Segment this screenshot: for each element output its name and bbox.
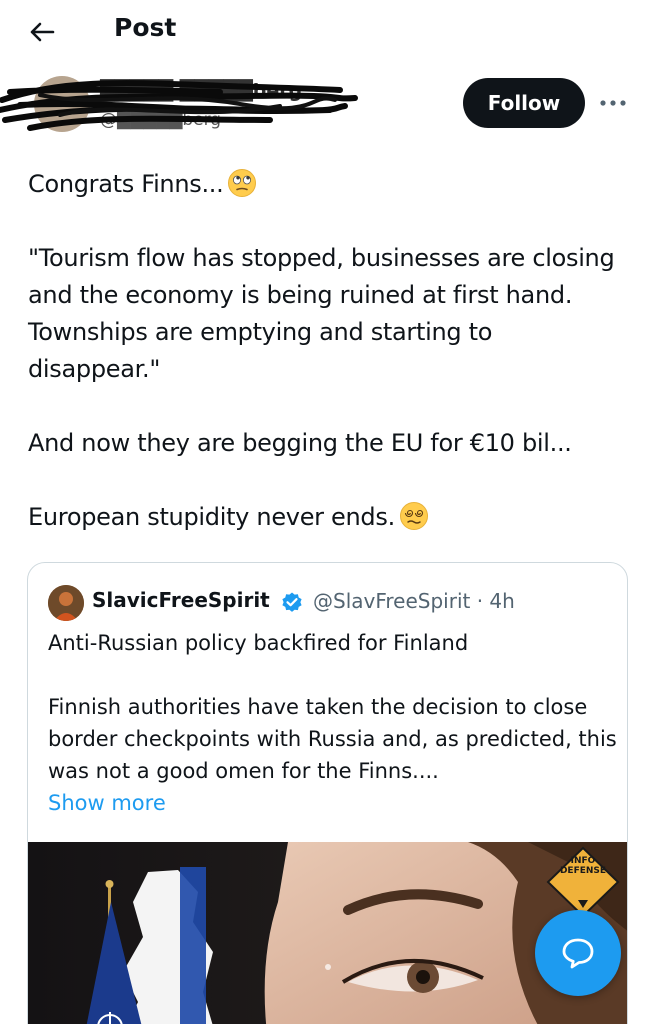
compose-button[interactable] [535, 910, 621, 996]
redaction-scribble [0, 80, 358, 131]
quoted-image[interactable]: INFO DEFENSE [28, 842, 627, 1024]
quoted-author-name[interactable]: SlavicFreeSpirit [92, 588, 270, 612]
info-defense-label: INFO DEFENSE [559, 856, 607, 876]
back-button[interactable] [22, 14, 62, 50]
post-paragraph-text: European stupidity never ends. [28, 503, 395, 531]
face-with-rolling-eyes-icon [228, 169, 257, 197]
quoted-image-graphic [28, 842, 627, 1024]
quoted-handle: @SlavFreeSpirit [313, 589, 471, 613]
face-with-spiral-eyes-icon [399, 502, 428, 530]
compose-bubble-icon [562, 938, 594, 969]
quoted-text: Anti-Russian policy backfired for Finlan… [48, 627, 618, 819]
quoted-handle-row: @SlavFreeSpirit · 4h [313, 589, 515, 613]
show-more-link[interactable]: Show more [48, 787, 618, 819]
more-horizontal-icon [600, 100, 626, 106]
quoted-avatar-image [48, 585, 84, 621]
arrow-left-icon [30, 22, 55, 42]
post-paragraph-1: Congrats Finns... [28, 166, 628, 203]
post-paragraph-3: And now they are begging the EU for €10 … [28, 429, 572, 457]
quoted-avatar[interactable] [48, 585, 84, 621]
post-paragraph-text: Congrats Finns... [28, 170, 224, 198]
top-bar: Post [0, 0, 655, 64]
quoted-timestamp: · 4h [476, 589, 515, 613]
post-text: Congrats Finns... "Tourism flow has stop… [28, 166, 628, 536]
quoted-title: Anti-Russian policy backfired for Finlan… [48, 631, 469, 655]
follow-button[interactable]: Follow [463, 78, 585, 128]
verified-badge-icon [282, 592, 302, 612]
post-paragraph-2: "Tourism flow has stopped, businesses ar… [28, 244, 615, 383]
post-paragraph-4: European stupidity never ends. [28, 499, 628, 536]
quoted-body: Finnish authorities have taken the decis… [48, 695, 617, 783]
page-title: Post [114, 13, 177, 42]
more-options-button[interactable] [597, 88, 629, 118]
